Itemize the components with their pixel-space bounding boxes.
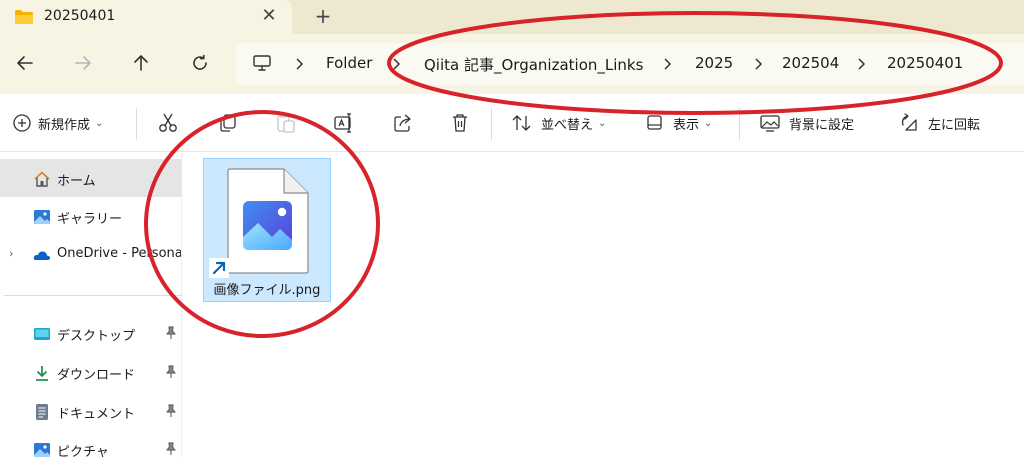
toolbar-divider: [136, 108, 137, 140]
view-button-label: 表示: [673, 117, 700, 133]
sort-button-label: 並べ替え: [541, 117, 594, 133]
sidebar-item-documents[interactable]: ドキュメント: [0, 392, 182, 430]
pin-icon[interactable]: [165, 326, 177, 340]
file-name: 画像ファイル.png: [213, 283, 321, 298]
file-item[interactable]: 画像ファイル.png: [203, 158, 331, 302]
desktop-icon: [34, 328, 50, 340]
paste-button[interactable]: [276, 111, 296, 135]
rotate-left-icon: [901, 113, 917, 131]
image-file-icon: [227, 168, 309, 274]
sidebar-item-pictures[interactable]: ピクチャ: [0, 430, 182, 457]
copy-icon: [220, 114, 236, 132]
sidebar-item-label: ドキュメント: [57, 407, 136, 422]
sidebar-item-label: デスクトップ: [57, 329, 136, 344]
chevron-right-icon[interactable]: [391, 56, 401, 75]
sidebar-item-desktop[interactable]: デスクトップ: [0, 314, 182, 352]
set-background-button[interactable]: 背景に設定: [759, 111, 854, 135]
navigation-pane: ホーム ギャラリー › OneDrive - Persona デスクトップ ダウ…: [0, 153, 182, 457]
share-icon: [394, 114, 411, 132]
add-circle-icon: [13, 114, 31, 132]
computer-icon[interactable]: [252, 54, 272, 76]
pin-icon[interactable]: [165, 404, 177, 418]
rename-button[interactable]: [333, 111, 355, 135]
cut-button[interactable]: [157, 111, 179, 135]
arrow-up-icon: [134, 55, 148, 71]
gallery-icon: [34, 210, 50, 224]
chevron-right-icon[interactable]: [294, 56, 304, 75]
new-tab-button[interactable]: +: [312, 3, 334, 29]
new-button-label: 新規作成: [38, 117, 91, 133]
refresh-button[interactable]: [187, 50, 213, 76]
share-button[interactable]: [392, 111, 414, 135]
file-explorer-window: 20250401 ✕ + Folder Qiita 記事_Organizatio…: [0, 0, 1024, 457]
home-icon: [34, 171, 50, 187]
sidebar-item-downloads[interactable]: ダウンロード: [0, 353, 182, 391]
paste-icon: [277, 113, 295, 133]
pin-icon[interactable]: [165, 365, 177, 379]
copy-button[interactable]: [217, 111, 239, 135]
pin-icon[interactable]: [165, 442, 177, 456]
sort-icon: [512, 115, 531, 131]
rename-icon: [334, 113, 351, 133]
breadcrumb-qiita[interactable]: Qiita 記事_Organization_Links: [424, 54, 643, 75]
sidebar-item-gallery[interactable]: ギャラリー: [0, 197, 182, 235]
sidebar-item-label: OneDrive - Persona: [57, 246, 181, 261]
sidebar-item-onedrive[interactable]: › OneDrive - Persona: [0, 235, 182, 273]
chevron-right-icon[interactable]: [856, 56, 866, 75]
trash-icon: [453, 114, 467, 132]
view-icon: [647, 115, 662, 130]
breadcrumb-folder[interactable]: Folder: [326, 54, 372, 72]
tab-title: 20250401: [44, 8, 116, 24]
documents-icon: [36, 404, 48, 420]
command-bar: 新規作成 ⌄ 並べ替え ⌄ 表示 ⌄ 背景に設定 左に回転: [0, 94, 1024, 152]
sidebar-divider: [4, 295, 182, 296]
scissors-icon: [159, 113, 177, 132]
up-button[interactable]: [128, 50, 154, 76]
sort-button[interactable]: 並べ替え ⌄: [511, 111, 606, 135]
chevron-down-icon: ⌄: [95, 117, 104, 129]
address-bar[interactable]: Folder Qiita 記事_Organization_Links 2025 …: [236, 43, 1024, 85]
folder-icon: [14, 9, 34, 29]
breadcrumb-202504[interactable]: 202504: [782, 54, 839, 72]
toolbar-divider: [739, 108, 740, 140]
shortcut-arrow-icon: [209, 258, 229, 278]
tab-20250401[interactable]: 20250401 ✕: [0, 0, 292, 34]
new-button[interactable]: 新規作成 ⌄: [12, 111, 103, 135]
forward-button[interactable]: [70, 50, 96, 76]
arrow-left-icon: [17, 56, 33, 70]
sidebar-item-label: ギャラリー: [57, 212, 123, 227]
chevron-right-icon[interactable]: [662, 56, 672, 75]
refresh-icon: [193, 54, 207, 70]
chevron-down-icon: ⌄: [598, 117, 607, 129]
breadcrumb-2025[interactable]: 2025: [695, 54, 733, 72]
chevron-right-icon[interactable]: ›: [9, 247, 13, 260]
set-background-icon: [760, 115, 780, 132]
toolbar-divider: [491, 108, 492, 140]
sidebar-item-label: ダウンロード: [57, 368, 136, 383]
close-tab-button[interactable]: ✕: [258, 4, 280, 28]
chevron-right-icon[interactable]: [753, 56, 763, 75]
sidebar-item-label: ホーム: [57, 174, 96, 189]
chevron-down-icon: ⌄: [704, 117, 713, 129]
pictures-icon: [34, 443, 50, 457]
onedrive-icon: [33, 251, 51, 260]
delete-button[interactable]: [450, 111, 470, 135]
sidebar-item-home[interactable]: ホーム: [0, 159, 182, 197]
view-button[interactable]: 表示 ⌄: [645, 111, 712, 135]
back-button[interactable]: [12, 50, 38, 76]
navigation-bar: Folder Qiita 記事_Organization_Links 2025 …: [0, 34, 1024, 94]
set-background-label: 背景に設定: [789, 117, 855, 133]
breadcrumb-20250401[interactable]: 20250401: [887, 54, 963, 72]
file-list-area[interactable]: 画像ファイル.png: [183, 153, 1024, 457]
sidebar-item-label: ピクチャ: [57, 445, 109, 457]
tab-strip: 20250401 ✕ +: [0, 0, 1024, 34]
arrow-right-icon: [75, 56, 91, 70]
download-icon: [36, 366, 48, 381]
rotate-left-label: 左に回転: [928, 117, 981, 133]
rotate-left-button[interactable]: 左に回転: [898, 111, 980, 135]
